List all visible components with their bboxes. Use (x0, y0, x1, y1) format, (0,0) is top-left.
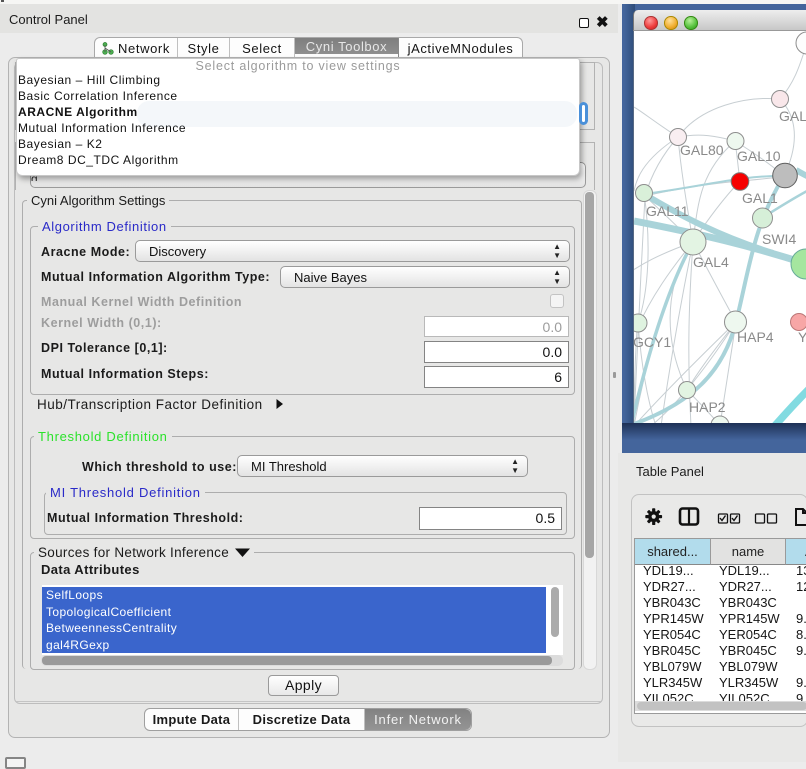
svg-text:Y: Y (798, 329, 806, 345)
svg-text:SWI4: SWI4 (762, 231, 796, 247)
svg-text:GAL80: GAL80 (680, 142, 724, 158)
svg-text:GAL11: GAL11 (646, 203, 689, 219)
svg-text:GAL: GAL (779, 108, 806, 124)
svg-text:GAL10: GAL10 (737, 148, 781, 164)
svg-text:HAP2: HAP2 (689, 399, 726, 415)
svg-text:GCY1: GCY1 (634, 334, 671, 350)
svg-text:HAP4: HAP4 (737, 329, 774, 345)
svg-text:GAL1: GAL1 (742, 190, 778, 206)
svg-text:GAL4: GAL4 (693, 254, 729, 270)
